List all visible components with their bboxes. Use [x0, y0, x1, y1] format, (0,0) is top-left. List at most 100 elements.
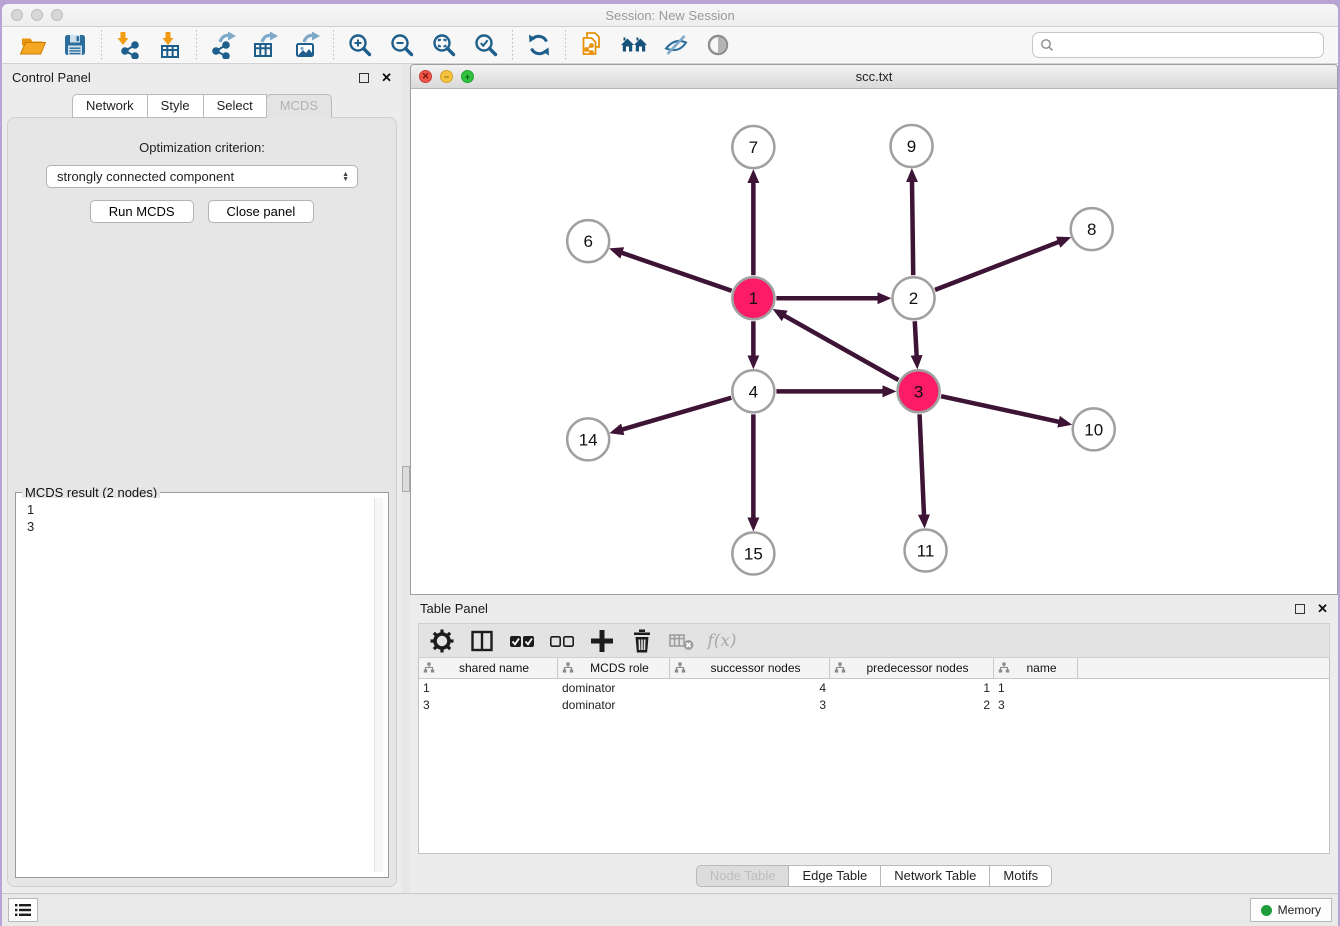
delete-column-button[interactable] — [627, 627, 657, 655]
tab-mcds[interactable]: MCDS — [266, 94, 332, 118]
function-builder-icon: f(x) — [707, 631, 736, 651]
cell[interactable]: dominator — [558, 681, 670, 695]
float-table-panel-icon[interactable] — [1295, 604, 1305, 614]
close-panel-icon[interactable]: ✕ — [381, 70, 392, 86]
tab-network[interactable]: Network — [72, 94, 148, 118]
node-label-10: 10 — [1084, 420, 1103, 439]
tab-network-table[interactable]: Network Table — [880, 865, 990, 887]
zoom-out-icon — [388, 31, 416, 59]
network-zoom-icon[interactable]: + — [461, 70, 474, 83]
task-history-button[interactable] — [8, 898, 38, 922]
cell[interactable]: dominator — [558, 698, 670, 712]
control-panel-tabs: NetworkStyleSelectMCDS — [2, 94, 402, 118]
table-row[interactable]: 1dominator411 — [419, 679, 1329, 696]
add-column-button[interactable] — [587, 627, 617, 655]
zoom-selected-button[interactable] — [465, 29, 507, 61]
network-canvas[interactable]: 1234678910111415 — [411, 89, 1337, 595]
network-close-icon[interactable]: ✕ — [419, 70, 432, 83]
edge-3-10[interactable] — [941, 396, 1060, 422]
cell[interactable]: 3 — [994, 698, 1078, 712]
toolbar-separator — [565, 30, 566, 60]
first-neighbors-icon — [620, 31, 648, 59]
cell[interactable]: 4 — [670, 681, 830, 695]
edge-2-3[interactable] — [915, 321, 917, 357]
tab-node-table[interactable]: Node Table — [696, 865, 790, 887]
column-header-MCDS-role[interactable]: MCDS role — [558, 658, 670, 678]
zoom-fit-button[interactable] — [423, 29, 465, 61]
select-all-button[interactable] — [507, 627, 537, 655]
save-session-button[interactable] — [54, 29, 96, 61]
column-header-successor-nodes[interactable]: successor nodes — [670, 658, 830, 678]
column-header-name[interactable]: name — [994, 658, 1078, 678]
run-mcds-button[interactable]: Run MCDS — [90, 200, 194, 223]
tab-style[interactable]: Style — [147, 94, 204, 118]
refresh-button[interactable] — [518, 29, 560, 61]
mcds-result-text[interactable]: 13 — [21, 498, 383, 872]
close-panel-button[interactable]: Close panel — [208, 200, 315, 223]
mcds-result-scrollbar[interactable] — [374, 498, 383, 872]
deselect-all-icon — [549, 628, 575, 654]
cell[interactable]: 2 — [830, 698, 994, 712]
float-panel-icon[interactable] — [359, 73, 369, 83]
split-view-button[interactable] — [467, 627, 497, 655]
network-window-titlebar: ✕ − + scc.txt — [411, 65, 1337, 89]
edge-3-11[interactable] — [920, 414, 924, 516]
edge-3-1[interactable] — [783, 315, 898, 380]
splitter-handle[interactable] — [402, 466, 410, 492]
hide-selected-button[interactable] — [655, 29, 697, 61]
select-all-icon — [509, 628, 535, 654]
export-network-button[interactable] — [202, 29, 244, 61]
search-icon — [1040, 38, 1054, 52]
deselect-all-button[interactable] — [547, 627, 577, 655]
select-stepper-icon: ▲▼ — [342, 172, 351, 182]
edge-1-6[interactable] — [620, 252, 731, 290]
network-graph[interactable]: 1234678910111415 — [411, 89, 1337, 595]
memory-button[interactable]: Memory — [1250, 898, 1332, 922]
mcds-panel: Optimization criterion: strongly connect… — [7, 117, 397, 887]
export-table-button[interactable] — [244, 29, 286, 61]
tab-motifs[interactable]: Motifs — [989, 865, 1052, 887]
import-table-button[interactable] — [149, 29, 191, 61]
tab-edge-table[interactable]: Edge Table — [788, 865, 881, 887]
mcds-result-box: MCDS result (2 nodes) 13 — [15, 492, 389, 878]
column-type-icon — [998, 662, 1010, 674]
delete-table-button[interactable] — [667, 627, 697, 655]
close-table-panel-icon[interactable]: ✕ — [1317, 601, 1328, 617]
function-builder-button[interactable]: f(x) — [707, 627, 737, 655]
tab-select[interactable]: Select — [203, 94, 267, 118]
search-box[interactable] — [1032, 32, 1324, 58]
table-header-row: shared nameMCDS rolesuccessor nodesprede… — [419, 658, 1329, 679]
table-settings-button[interactable] — [427, 627, 457, 655]
cell[interactable]: 1 — [830, 681, 994, 695]
titlebar: Session: New Session — [2, 4, 1338, 27]
duplicate-network-icon — [578, 31, 606, 59]
cell[interactable]: 1 — [994, 681, 1078, 695]
edge-2-9[interactable] — [912, 180, 913, 275]
import-table-icon — [156, 31, 184, 59]
cell[interactable]: 3 — [670, 698, 830, 712]
import-network-icon — [114, 31, 142, 59]
duplicate-network-button[interactable] — [571, 29, 613, 61]
column-header-shared-name[interactable]: shared name — [419, 658, 558, 678]
panel-splitter[interactable] — [402, 64, 410, 893]
cell[interactable]: 1 — [419, 681, 558, 695]
show-all-button[interactable] — [697, 29, 739, 61]
cell[interactable]: 3 — [419, 698, 558, 712]
node-label-4: 4 — [749, 382, 758, 401]
export-image-button[interactable] — [286, 29, 328, 61]
column-type-icon — [834, 662, 846, 674]
edge-2-8[interactable] — [935, 241, 1060, 289]
import-network-button[interactable] — [107, 29, 149, 61]
table-bottom-strip — [410, 854, 1338, 864]
edge-4-14[interactable] — [621, 398, 731, 430]
open-session-button[interactable] — [12, 29, 54, 61]
search-input[interactable] — [1054, 38, 1316, 53]
zoom-out-button[interactable] — [381, 29, 423, 61]
table-tabs: Node TableEdge TableNetwork TableMotifs — [410, 864, 1338, 893]
network-minimize-icon[interactable]: − — [440, 70, 453, 83]
table-row[interactable]: 3dominator323 — [419, 696, 1329, 713]
criterion-select[interactable]: strongly connected component ▲▼ — [46, 165, 358, 188]
zoom-in-button[interactable] — [339, 29, 381, 61]
column-header-predecessor-nodes[interactable]: predecessor nodes — [830, 658, 994, 678]
first-neighbors-button[interactable] — [613, 29, 655, 61]
